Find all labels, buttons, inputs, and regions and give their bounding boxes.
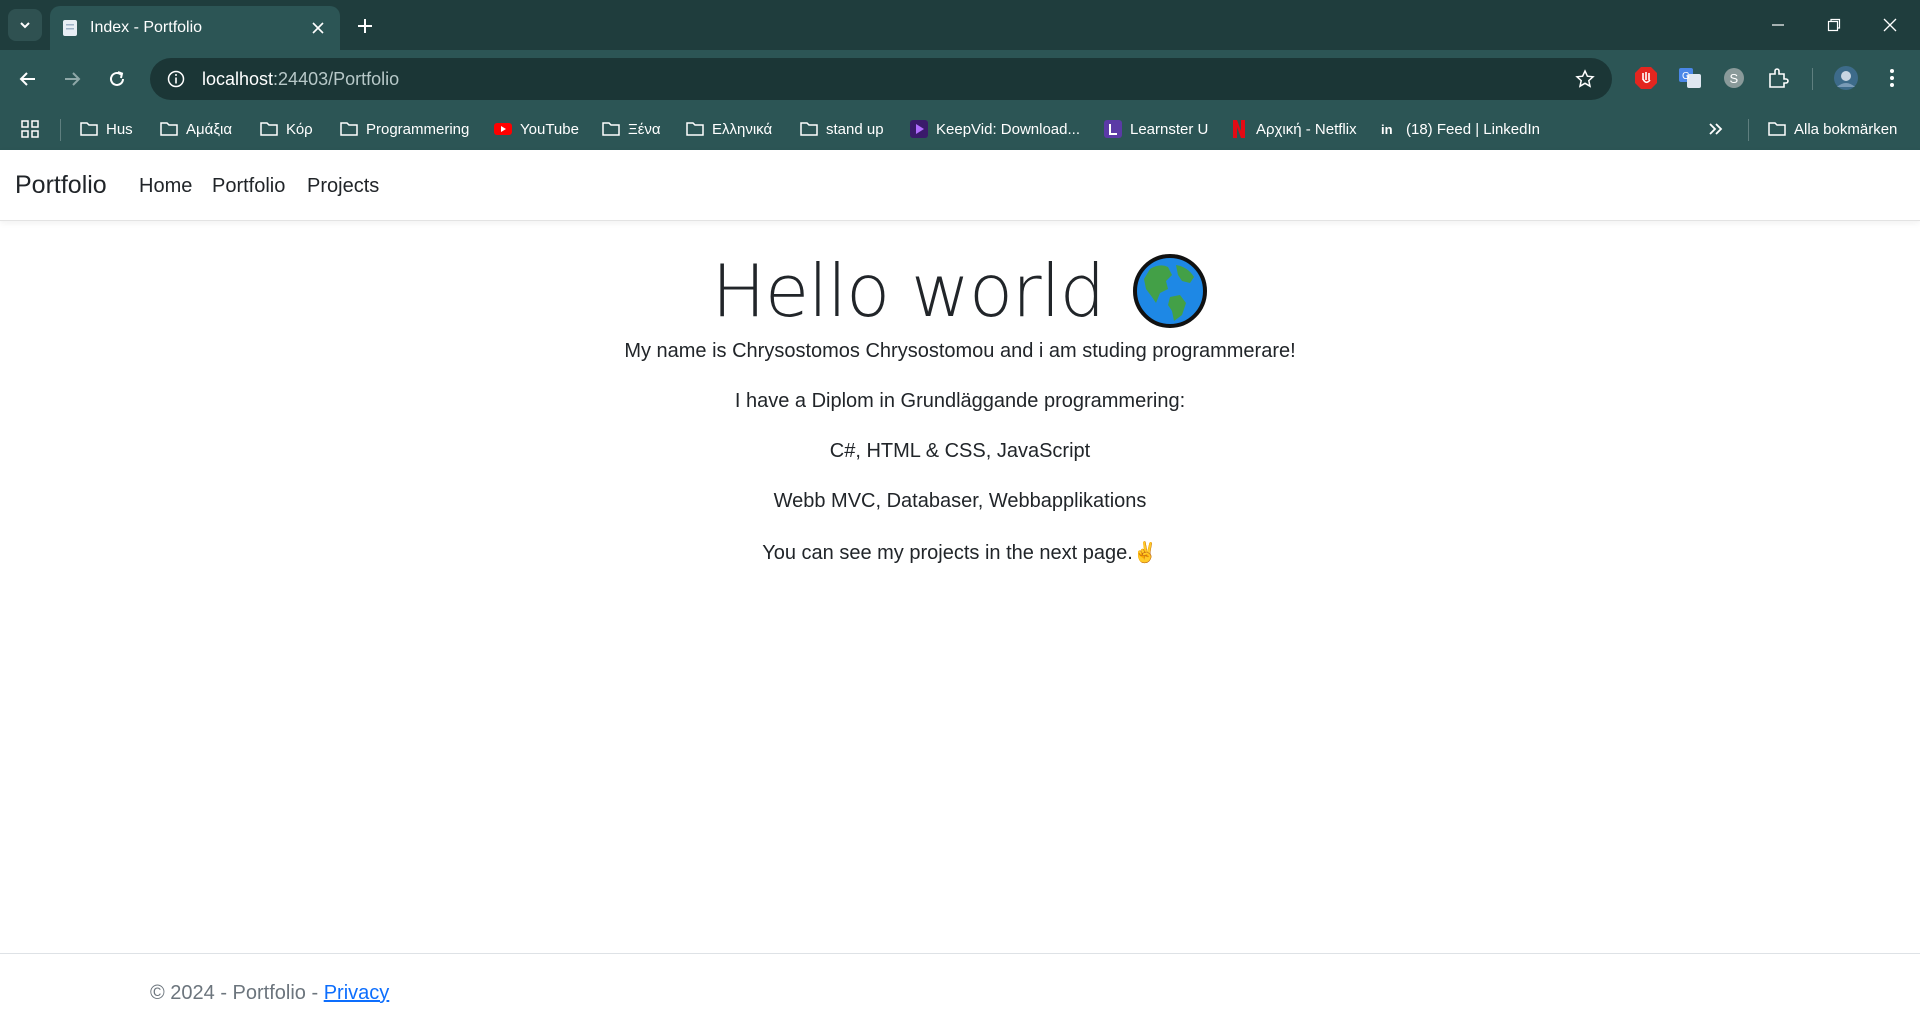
projects-hint-line: You can see my projects in the next page…: [762, 542, 1158, 564]
bookmark-item[interactable]: Ξένα: [602, 117, 661, 141]
svg-text:S: S: [1730, 71, 1739, 86]
bookmarks-bar: Hus Αμάξια Κόρ Programmering YouTube Ξέν…: [0, 108, 1920, 150]
folder-icon: [160, 120, 178, 138]
tab-title: Index - Portfolio: [90, 19, 203, 36]
restore-button[interactable]: [1814, 10, 1854, 40]
info-icon[interactable]: [164, 67, 188, 91]
plus-icon: [358, 19, 372, 33]
bookmark-item[interactable]: Programmering: [340, 117, 469, 141]
close-tab-icon[interactable]: [308, 18, 328, 38]
back-button[interactable]: [12, 63, 44, 95]
bookmark-label: Hus: [106, 120, 133, 138]
bookmarks-divider: [60, 119, 61, 141]
site-navbar: Portfolio Home Portfolio Projects: [0, 150, 1920, 221]
bookmark-item[interactable]: Αρχική - Netflix: [1230, 117, 1357, 141]
bookmark-label: Ελληνικά: [712, 120, 773, 138]
diploma-line: I have a Diplom in Grundläggande program…: [734, 390, 1186, 412]
bookmark-label: YouTube: [520, 120, 579, 138]
extensions-puzzle-icon[interactable]: [1764, 64, 1792, 92]
page-icon: [62, 19, 78, 37]
bookmark-label: Κόρ: [286, 120, 313, 138]
bookmark-item[interactable]: stand up: [800, 117, 884, 141]
learnster-icon: [1104, 120, 1122, 138]
privacy-link[interactable]: Privacy: [324, 982, 390, 1004]
linkedin-icon: in: [1380, 120, 1398, 138]
bookmark-item[interactable]: Learnster U: [1104, 117, 1208, 141]
apps-grid-icon[interactable]: [20, 117, 40, 141]
skills-line: C#, HTML & CSS, JavaScript: [829, 440, 1091, 462]
netflix-icon: [1230, 120, 1248, 138]
restore-icon: [1827, 18, 1841, 32]
folder-icon: [686, 120, 704, 138]
forward-button[interactable]: [56, 63, 88, 95]
close-window-button[interactable]: [1870, 10, 1910, 40]
bookmark-item[interactable]: KeepVid: Download...: [910, 117, 1080, 141]
s-extension-icon[interactable]: S: [1720, 64, 1748, 92]
all-bookmarks-label: Alla bokmärken: [1794, 120, 1898, 138]
youtube-icon: [494, 120, 512, 138]
bookmark-label: KeepVid: Download...: [936, 120, 1080, 138]
bookmark-item[interactable]: YouTube: [494, 117, 579, 141]
translate-extension-icon[interactable]: G: [1676, 64, 1704, 92]
bookmark-item[interactable]: in (18) Feed | LinkedIn: [1380, 117, 1540, 141]
bookmark-star-icon[interactable]: [1574, 68, 1596, 90]
nav-link-projects[interactable]: Projects: [307, 175, 379, 198]
new-tab-button[interactable]: [352, 13, 378, 39]
footer-text: © 2024 - Portfolio - Privacy: [150, 982, 389, 1005]
page-heading: Hello world: [711, 249, 1106, 333]
minimize-icon: [1772, 24, 1784, 26]
copyright-text: © 2024 - Portfolio -: [150, 982, 324, 1004]
bookmark-label: Αμάξια: [186, 120, 233, 138]
reload-icon: [110, 71, 124, 86]
adblock-extension-icon[interactable]: [1632, 64, 1660, 92]
url-text: localhost:24403/Portfolio: [202, 68, 400, 89]
minimize-button[interactable]: [1758, 10, 1798, 40]
more-menu-icon[interactable]: [1878, 64, 1906, 92]
more-bookmarks-icon[interactable]: [1708, 117, 1724, 141]
toolbar-divider: [1812, 68, 1813, 90]
site-footer: © 2024 - Portfolio - Privacy: [0, 953, 1920, 1030]
bookmark-item[interactable]: Κόρ: [260, 117, 313, 141]
arrow-left-icon: [19, 72, 35, 86]
folder-icon: [340, 120, 358, 138]
bookmark-item[interactable]: Hus: [80, 117, 133, 141]
profile-avatar[interactable]: [1832, 64, 1860, 92]
tab-search-button[interactable]: [8, 9, 42, 41]
bookmark-label: stand up: [826, 120, 884, 138]
intro-line: My name is Chrysostomos Chrysostomou and…: [624, 340, 1296, 362]
folder-icon: [80, 120, 98, 138]
folder-icon: [800, 120, 818, 138]
svg-text:G: G: [1682, 71, 1690, 82]
bookmark-item[interactable]: Αμάξια: [160, 117, 232, 141]
address-bar[interactable]: localhost:24403/Portfolio: [150, 58, 1612, 100]
bookmarks-divider: [1748, 119, 1749, 141]
keepvid-icon: [910, 120, 928, 138]
chevron-down-icon: [20, 22, 30, 29]
bookmark-label: Learnster U: [1130, 120, 1209, 138]
bookmark-label: (18) Feed | LinkedIn: [1406, 120, 1540, 138]
nav-link-portfolio[interactable]: Portfolio: [212, 175, 285, 198]
arrow-right-icon: [65, 72, 81, 86]
close-icon: [1883, 18, 1897, 32]
bookmark-item[interactable]: Ελληνικά: [686, 117, 772, 141]
nav-link-home[interactable]: Home: [139, 175, 192, 198]
hero: Hello world: [0, 249, 1920, 333]
bookmark-label: Ξένα: [628, 120, 661, 138]
tab-strip: Index - Portfolio: [0, 0, 1920, 50]
bookmark-label: Programmering: [366, 120, 470, 138]
folder-icon: [602, 120, 620, 138]
active-tab[interactable]: Index - Portfolio: [50, 6, 340, 50]
folder-icon: [260, 120, 278, 138]
main-content: Hello world My name is Chrysostomos Chry…: [0, 221, 1920, 953]
svg-text:in: in: [1381, 122, 1393, 137]
all-bookmarks-button[interactable]: Alla bokmärken: [1768, 117, 1897, 141]
reload-button[interactable]: [101, 63, 133, 95]
bookmark-label: Αρχική - Netflix: [1256, 120, 1357, 138]
navbar-brand[interactable]: Portfolio: [15, 171, 107, 200]
courses-line: Webb MVC, Databaser, Webbapplikations: [773, 490, 1147, 512]
folder-icon: [1768, 120, 1786, 138]
browser-toolbar: localhost:24403/Portfolio G S: [0, 50, 1920, 108]
globe-icon: [1133, 254, 1208, 328]
